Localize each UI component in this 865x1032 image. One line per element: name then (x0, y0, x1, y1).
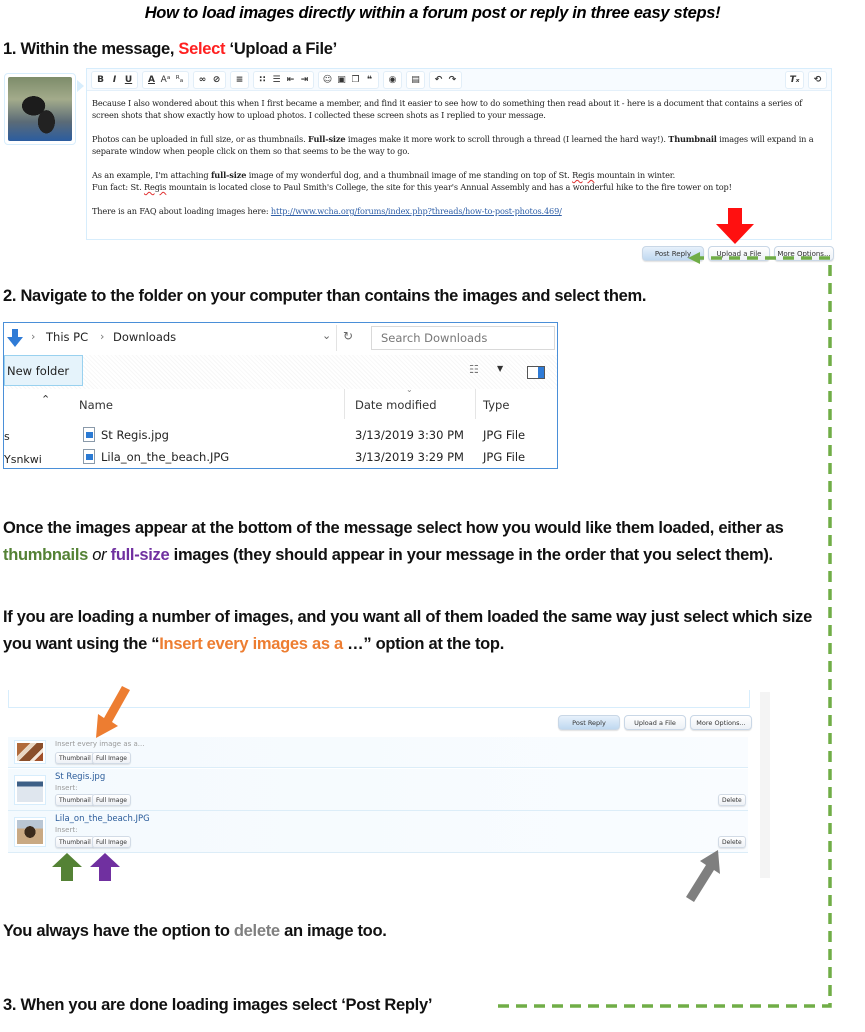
dashed-arrowhead-icon (688, 252, 700, 264)
green-dashed-connector (498, 252, 832, 1008)
